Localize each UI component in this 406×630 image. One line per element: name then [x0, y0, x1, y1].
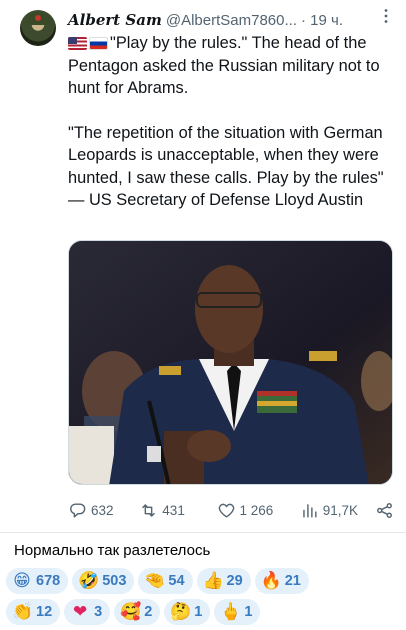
reaction-fire[interactable]: 🔥 21: [254, 568, 309, 594]
reply-count: 632: [91, 502, 114, 518]
views-icon: [302, 503, 317, 518]
photo-illustration: [69, 241, 392, 484]
pinch-emoji-icon: 🤏: [144, 571, 166, 591]
share-icon: [377, 502, 392, 518]
reaction-count: 21: [284, 573, 301, 589]
tweet-photo[interactable]: [68, 240, 393, 485]
tweet-header: Albert Sam @AlbertSam7860... · 19 ч.: [68, 9, 394, 31]
tweet-paragraph-2: "The repetition of the situation with Ge…: [68, 123, 384, 210]
message-caption: Нормально так разлетелось: [14, 542, 211, 559]
us-flag-icon: [68, 37, 87, 50]
tweet-card[interactable]: Albert Sam @AlbertSam7860... · 19 ч. "Pl…: [0, 0, 406, 532]
reaction-count: 1: [194, 604, 203, 620]
author-handle[interactable]: @AlbertSam7860...: [166, 12, 297, 29]
reaction-rofl[interactable]: 🤣 503: [72, 568, 135, 594]
like-button[interactable]: 1 266: [217, 501, 300, 520]
tweet-time[interactable]: · 19 ч.: [301, 12, 343, 29]
fire-emoji-icon: 🔥: [260, 571, 282, 591]
more-options-icon[interactable]: [378, 8, 394, 24]
reaction-row-1: 😁 678 🤣 503 🤏 54 👍 29 🔥 21: [6, 568, 402, 594]
reaction-clap[interactable]: 👏 12: [6, 599, 61, 625]
heart-emoji-icon: ❤: [73, 602, 88, 622]
reaction-thinking[interactable]: 🤔 1: [164, 599, 211, 625]
russia-flag-icon: [89, 37, 108, 50]
reaction-row-2: 👏 12 ❤ 3 🥰 2 🤔 1 🖕 1: [6, 599, 402, 625]
divider: [0, 532, 406, 533]
view-count: 91,7K: [322, 502, 358, 518]
smiling-hearts-emoji-icon: 🥰: [120, 602, 142, 622]
finger-emoji-icon: 🖕: [220, 602, 242, 622]
retweet-icon: [142, 503, 156, 517]
reaction-count: 12: [36, 604, 53, 620]
paragraph-1-text: "Play by the rules." The head of the Pen…: [68, 34, 380, 97]
reaction-count: 2: [144, 604, 153, 620]
reaction-count: 29: [226, 573, 243, 589]
thumbs-up-emoji-icon: 👍: [202, 571, 224, 591]
heart-icon: [218, 503, 234, 518]
grin-emoji-icon: 😁: [13, 571, 31, 591]
reaction-count: 3: [94, 604, 103, 620]
author-avatar[interactable]: [20, 10, 56, 46]
tweet-paragraph-1: "Play by the rules." The head of the Pen…: [68, 32, 394, 100]
author-name[interactable]: Albert Sam: [68, 11, 162, 29]
flag-emojis: [68, 37, 108, 50]
reaction-grin[interactable]: 😁 678: [6, 568, 69, 594]
reaction-smiling-hearts[interactable]: 🥰 2: [114, 599, 161, 625]
views-button[interactable]: 91,7K: [300, 501, 369, 520]
clap-emoji-icon: 👏: [12, 602, 34, 622]
reaction-finger[interactable]: 🖕 1: [214, 599, 261, 625]
reaction-count: 54: [168, 573, 185, 589]
avatar-star: [35, 15, 41, 21]
like-count: 1 266: [239, 502, 274, 518]
tweet-actions: 632 431 1 266 91,7K: [68, 498, 394, 522]
retweet-button[interactable]: 431: [139, 501, 216, 520]
reaction-pinch[interactable]: 🤏 54: [138, 568, 193, 594]
reaction-count: 1: [244, 604, 253, 620]
reactions-panel: 😁 678 🤣 503 🤏 54 👍 29 🔥 21 👏 12 ❤ 3 🥰 2 🤔 1 🖕 1: [6, 568, 402, 630]
reaction-count: 678: [36, 573, 61, 589]
reply-icon: [70, 502, 86, 518]
reply-button[interactable]: 632: [68, 501, 139, 520]
reaction-heart[interactable]: ❤ 3: [64, 599, 111, 625]
reaction-thumbs-up[interactable]: 👍 29: [196, 568, 251, 594]
retweet-count: 431: [162, 502, 185, 518]
tweet-text: "Play by the rules." The head of the Pen…: [68, 32, 394, 212]
share-button[interactable]: [375, 501, 394, 520]
rofl-emoji-icon: 🤣: [78, 571, 100, 591]
thinking-emoji-icon: 🤔: [170, 602, 192, 622]
reaction-count: 503: [102, 573, 127, 589]
